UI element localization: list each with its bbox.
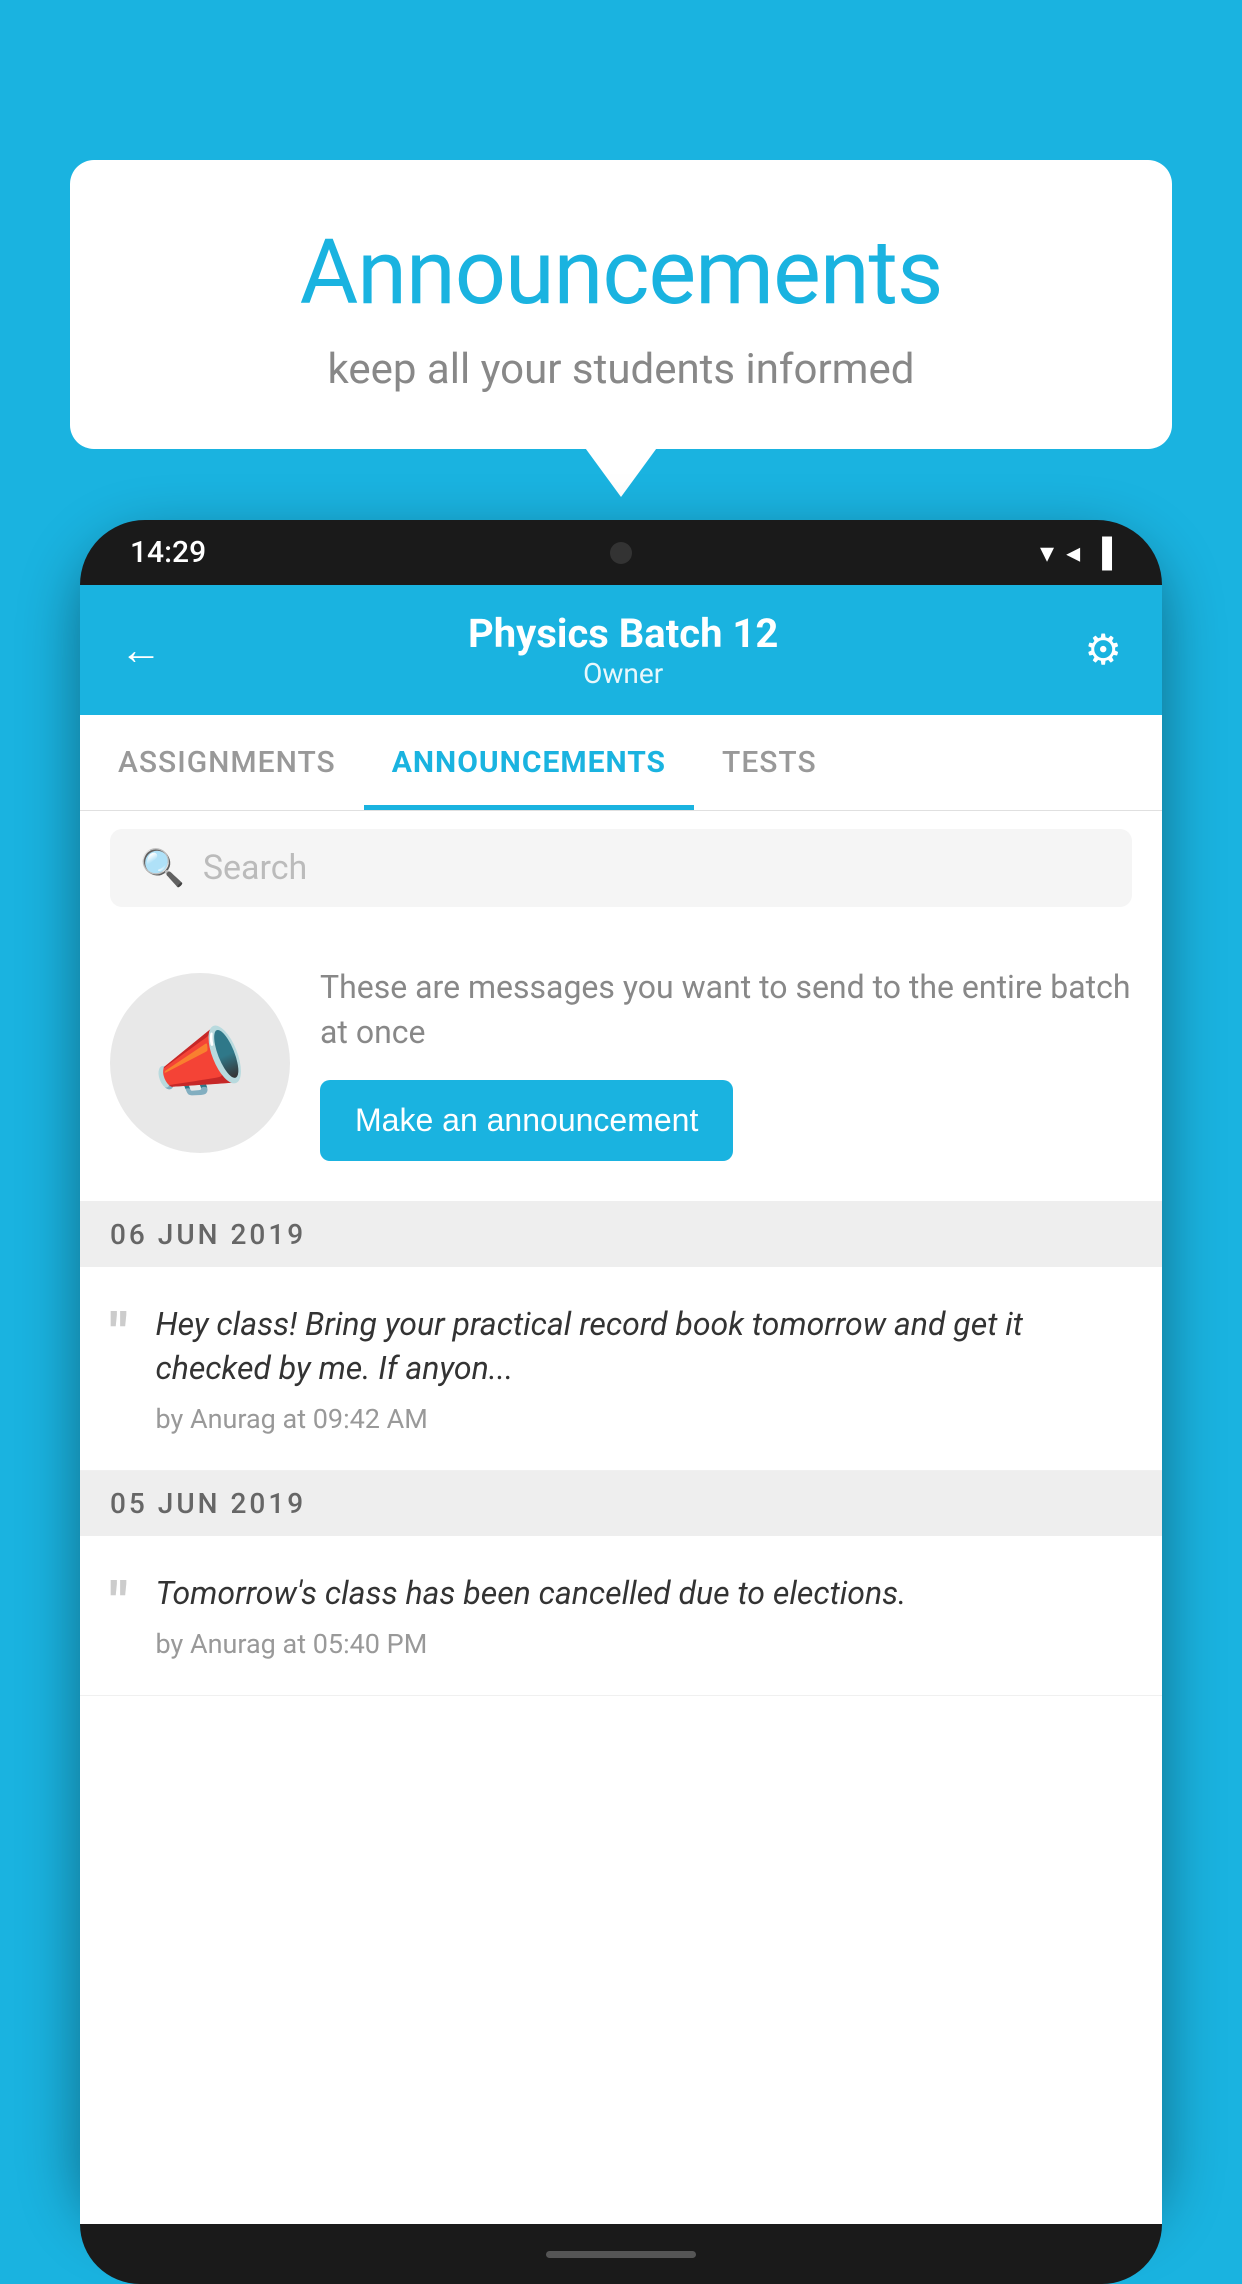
announcement-text-1: Hey class! Bring your practical record b…	[155, 1302, 1132, 1436]
batch-role: Owner	[468, 657, 778, 690]
speech-bubble-title: Announcements	[120, 220, 1122, 325]
home-indicator	[546, 2251, 696, 2258]
speech-bubble-subtitle: keep all your students informed	[120, 345, 1122, 394]
announcement-meta-1: by Anurag at 09:42 AM	[155, 1403, 1132, 1435]
quote-icon-2: "	[110, 1576, 127, 1660]
status-time: 14:29	[130, 535, 206, 570]
phone-bottom	[80, 2224, 1162, 2284]
signal-icon: ◂	[1066, 536, 1080, 569]
megaphone-icon: 📣	[153, 1019, 246, 1107]
settings-icon[interactable]: ⚙	[1084, 625, 1122, 675]
status-bar: 14:29 ▾ ◂ ▐	[80, 520, 1162, 585]
search-placeholder: Search	[203, 848, 307, 888]
battery-icon: ▐	[1092, 536, 1112, 569]
announcement-promo: 📣 These are messages you want to send to…	[80, 925, 1162, 1202]
tab-announcements[interactable]: ANNOUNCEMENTS	[364, 715, 694, 810]
date-separator-1: 06 JUN 2019	[80, 1202, 1162, 1267]
promo-icon-circle: 📣	[110, 973, 290, 1153]
app-header: ← Physics Batch 12 Owner ⚙	[80, 585, 1162, 715]
speech-bubble: Announcements keep all your students inf…	[70, 160, 1172, 449]
announcement-text-2: Tomorrow's class has been cancelled due …	[155, 1571, 1132, 1660]
announcement-meta-2: by Anurag at 05:40 PM	[155, 1628, 1132, 1660]
announcement-message-2: Tomorrow's class has been cancelled due …	[155, 1571, 1132, 1616]
screen-content: 🔍 Search 📣 These are messages you want t…	[80, 811, 1162, 2224]
header-title-area: Physics Batch 12 Owner	[468, 610, 778, 690]
back-button[interactable]: ←	[120, 626, 162, 675]
date-separator-2: 05 JUN 2019	[80, 1471, 1162, 1536]
search-container: 🔍 Search	[80, 811, 1162, 925]
wifi-icon: ▾	[1040, 536, 1054, 569]
search-icon: 🔍	[140, 847, 185, 889]
phone-camera	[610, 542, 632, 564]
announcement-item-2: " Tomorrow's class has been cancelled du…	[80, 1536, 1162, 1696]
promo-description: These are messages you want to send to t…	[320, 965, 1132, 1055]
tab-tests[interactable]: TESTS	[694, 715, 845, 810]
tabs-bar: ASSIGNMENTS ANNOUNCEMENTS TESTS	[80, 715, 1162, 811]
announcement-item-1: " Hey class! Bring your practical record…	[80, 1267, 1162, 1472]
tab-assignments[interactable]: ASSIGNMENTS	[90, 715, 364, 810]
status-icons: ▾ ◂ ▐	[1040, 536, 1112, 569]
quote-icon-1: "	[110, 1307, 127, 1436]
search-box[interactable]: 🔍 Search	[110, 829, 1132, 907]
promo-content: These are messages you want to send to t…	[320, 965, 1132, 1161]
announcement-message-1: Hey class! Bring your practical record b…	[155, 1302, 1132, 1392]
batch-title: Physics Batch 12	[468, 610, 778, 657]
make-announcement-button[interactable]: Make an announcement	[320, 1080, 733, 1161]
phone-mockup: 14:29 ▾ ◂ ▐ ← Physics Batch 12 Owner ⚙ A…	[80, 520, 1162, 2208]
speech-bubble-container: Announcements keep all your students inf…	[70, 160, 1172, 449]
